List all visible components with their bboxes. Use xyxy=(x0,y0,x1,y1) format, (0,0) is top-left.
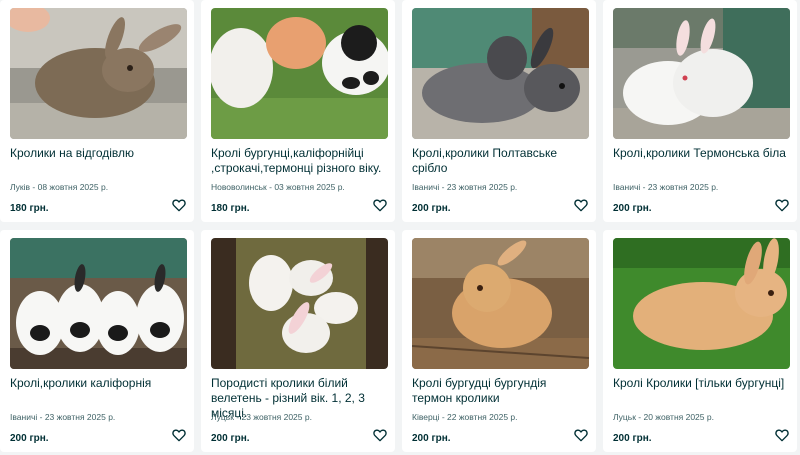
listing-card[interactable]: Породисті кролики білий велетень - різни… xyxy=(201,230,395,452)
listing-photo[interactable] xyxy=(412,238,589,369)
listing-photo[interactable] xyxy=(613,238,790,369)
listings-grid: Кролики на відгодівлю Луків - 08 жовтня … xyxy=(0,0,800,455)
heart-outline-icon[interactable] xyxy=(774,197,790,213)
listing-photo[interactable] xyxy=(211,8,388,139)
listing-location-date: Луцьк - 23 жовтня 2025 р. xyxy=(211,412,312,422)
listing-title[interactable]: Кролі бургунці,каліфорнійці ,строкачі,те… xyxy=(211,146,387,176)
listing-card[interactable]: Кролі бургудці бургундія термон кролики … xyxy=(402,230,596,452)
listing-price: 200 грн. xyxy=(412,203,451,214)
listing-price: 200 грн. xyxy=(211,433,250,444)
listing-location-date: Ківерці - 22 жовтня 2025 р. xyxy=(412,412,518,422)
listing-photo[interactable] xyxy=(613,8,790,139)
listing-location-date: Нововолинськ - 03 жовтня 2025 р. xyxy=(211,182,345,192)
listing-card[interactable]: Кролі,кролики Термонська біла Іваничі - … xyxy=(603,0,797,222)
listing-card[interactable]: Кролі бургунці,каліфорнійці ,строкачі,те… xyxy=(201,0,395,222)
listing-photo[interactable] xyxy=(10,8,187,139)
listing-card[interactable]: Кролі Кролики [тільки бургунці] Луцьк - … xyxy=(603,230,797,452)
listing-card[interactable]: Кролі,кролики каліфорнія Іваничі - 23 жо… xyxy=(0,230,194,452)
listing-location-date: Луків - 08 жовтня 2025 р. xyxy=(10,182,109,192)
listing-price: 180 грн. xyxy=(211,203,250,214)
listing-photo[interactable] xyxy=(10,238,187,369)
listing-photo[interactable] xyxy=(412,8,589,139)
heart-outline-icon[interactable] xyxy=(372,197,388,213)
listing-title[interactable]: Кролі,кролики Полтавське срібло xyxy=(412,146,588,176)
listing-price: 200 грн. xyxy=(613,433,652,444)
listing-title[interactable]: Кролі бургудці бургундія термон кролики xyxy=(412,376,588,406)
listing-location-date: Іваничі - 23 жовтня 2025 р. xyxy=(412,182,518,192)
listing-price: 200 грн. xyxy=(412,433,451,444)
listing-title[interactable]: Кролі,кролики Термонська біла xyxy=(613,146,789,161)
heart-outline-icon[interactable] xyxy=(372,427,388,443)
listing-photo[interactable] xyxy=(211,238,388,369)
heart-outline-icon[interactable] xyxy=(171,197,187,213)
listing-location-date: Луцьк - 20 жовтня 2025 р. xyxy=(613,412,714,422)
listing-title[interactable]: Кролі,кролики каліфорнія xyxy=(10,376,186,391)
listing-price: 200 грн. xyxy=(10,433,49,444)
listing-card[interactable]: Кролики на відгодівлю Луків - 08 жовтня … xyxy=(0,0,194,222)
heart-outline-icon[interactable] xyxy=(573,427,589,443)
heart-outline-icon[interactable] xyxy=(774,427,790,443)
listing-title[interactable]: Кролі Кролики [тільки бургунці] xyxy=(613,376,789,391)
heart-outline-icon[interactable] xyxy=(573,197,589,213)
heart-outline-icon[interactable] xyxy=(171,427,187,443)
listing-price: 200 грн. xyxy=(613,203,652,214)
listing-title[interactable]: Кролики на відгодівлю xyxy=(10,146,186,161)
listing-price: 180 грн. xyxy=(10,203,49,214)
listing-location-date: Іваничі - 23 жовтня 2025 р. xyxy=(613,182,719,192)
listing-location-date: Іваничі - 23 жовтня 2025 р. xyxy=(10,412,116,422)
listing-card[interactable]: Кролі,кролики Полтавське срібло Іваничі … xyxy=(402,0,596,222)
